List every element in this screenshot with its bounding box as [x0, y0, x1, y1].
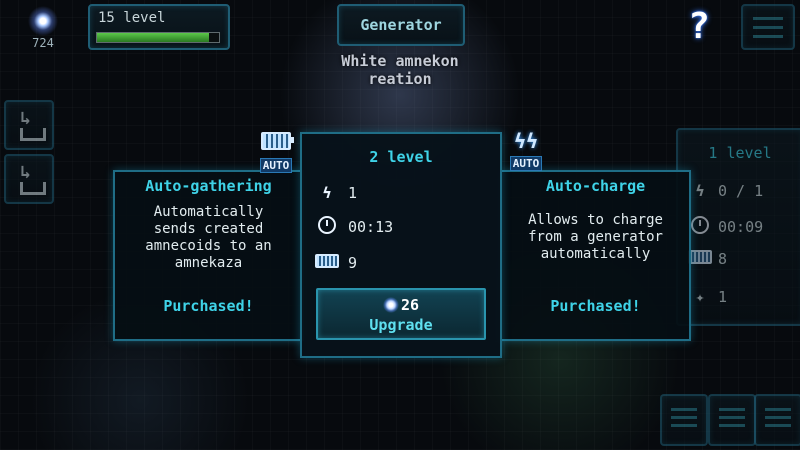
desc-line: Automatically — [153, 204, 264, 220]
secondary-row-charge: ϟ 0 / 1 — [688, 182, 763, 200]
tab-button-2[interactable] — [708, 394, 756, 446]
lightning-icon: ϟ — [322, 184, 332, 202]
auto-gathering-description: Automatically sends created amnecoids to… — [123, 204, 294, 272]
stat-value: 1 — [348, 184, 358, 202]
secondary-stats-panel: 1 level ϟ 0 / 1 00:09 8 ✦ 1 — [676, 128, 800, 326]
auto-gathering-status: Purchased! — [163, 297, 254, 315]
upgrade-cost-value: 26 — [400, 296, 420, 314]
secondary-row-spark: ✦ 1 — [688, 288, 727, 306]
clock-icon — [314, 216, 340, 238]
battery-icon — [688, 250, 712, 268]
tray-icon — [20, 128, 46, 141]
double-lightning-icon: ϟϟ — [513, 129, 539, 153]
help-button[interactable]: ? — [682, 8, 716, 46]
secondary-level-label: 1 level — [708, 144, 772, 162]
clock-icon — [688, 216, 712, 238]
auto-charge-title: Auto-charge — [545, 177, 646, 195]
curved-arrow-icon: ↳ — [20, 162, 31, 183]
generator-subtitle: White amnekon reation — [300, 52, 500, 88]
generator-button[interactable]: Generator — [337, 4, 465, 46]
desc-line: Allows to charge — [528, 212, 663, 228]
auto-gathering-card: Auto-gathering Automatically sends creat… — [113, 170, 304, 341]
list-icon — [765, 408, 791, 432]
secondary-row-value: 00:09 — [718, 218, 764, 236]
desc-line: automatically — [540, 246, 651, 262]
auto-gathering-badge-label: AUTO — [259, 158, 293, 173]
generator-button-label: Generator — [360, 16, 442, 34]
level-progress-fill — [97, 33, 210, 42]
upgrade-button-label: Upgrade — [369, 316, 433, 334]
upgrade-cost: 26 — [318, 296, 484, 314]
generator-subtitle-line1: White amnekon — [341, 52, 459, 70]
secondary-row-value: 8 — [718, 250, 728, 268]
desc-line: sends created — [153, 221, 264, 237]
stat-row-time: 00:13 — [314, 216, 393, 238]
send-to-tray-button[interactable]: ↳ — [4, 100, 54, 150]
auto-charge-status: Purchased! — [550, 297, 641, 315]
question-mark-icon: ? — [688, 6, 710, 47]
stat-value: 9 — [348, 254, 358, 272]
list-icon — [671, 408, 697, 432]
menu-button[interactable] — [741, 4, 795, 50]
generator-level-label: 2 level — [369, 148, 433, 166]
secondary-row-value: 1 — [718, 288, 728, 306]
auto-charge-card: Auto-charge Allows to charge from a gene… — [500, 170, 691, 341]
secondary-row-value: 0 / 1 — [718, 182, 764, 200]
list-icon — [719, 408, 745, 432]
energy-spark-icon — [28, 6, 58, 36]
player-level-label: 15 level — [98, 10, 166, 26]
battery-icon — [314, 254, 340, 272]
auto-gathering-title: Auto-gathering — [145, 177, 272, 195]
spark-icon: ✦ — [695, 288, 705, 306]
tray-icon — [20, 182, 46, 195]
auto-gathering-badge: AUTO — [252, 132, 300, 173]
send-to-tray-button-2[interactable]: ↳ — [4, 154, 54, 204]
secondary-row-time: 00:09 — [688, 216, 763, 238]
stat-value: 00:13 — [348, 218, 394, 236]
auto-charge-badge-label: AUTO — [509, 156, 543, 171]
generator-subtitle-line2: reation — [368, 70, 432, 88]
stat-row-capacity: 9 — [314, 252, 357, 274]
level-progress-bar — [96, 32, 220, 43]
resource-value: 724 — [32, 36, 54, 50]
upgrade-button[interactable]: 26 Upgrade — [316, 288, 486, 340]
lightning-icon: ϟ — [695, 182, 705, 200]
desc-line: amnecoids to an — [145, 238, 272, 254]
desc-line: amnekaza — [174, 255, 243, 271]
energy-spark-icon — [382, 297, 399, 313]
stat-row-charge: ϟ 1 — [314, 182, 357, 204]
player-level-box: 15 level — [88, 4, 230, 50]
desc-line: from a generator — [528, 229, 663, 245]
generator-upgrade-card: 2 level ϟ 1 00:13 9 26 Upgrade — [300, 132, 502, 358]
resource-counter: 724 — [18, 6, 68, 50]
auto-charge-description: Allows to charge from a generator automa… — [510, 212, 681, 263]
auto-charge-badge: ϟϟ AUTO — [502, 129, 550, 171]
curved-arrow-icon: ↳ — [20, 108, 31, 129]
tab-button-3[interactable] — [754, 394, 800, 446]
hamburger-menu-icon — [753, 17, 783, 44]
tab-button-1[interactable] — [660, 394, 708, 446]
battery-icon — [261, 132, 294, 150]
secondary-row-battery: 8 — [688, 250, 727, 268]
